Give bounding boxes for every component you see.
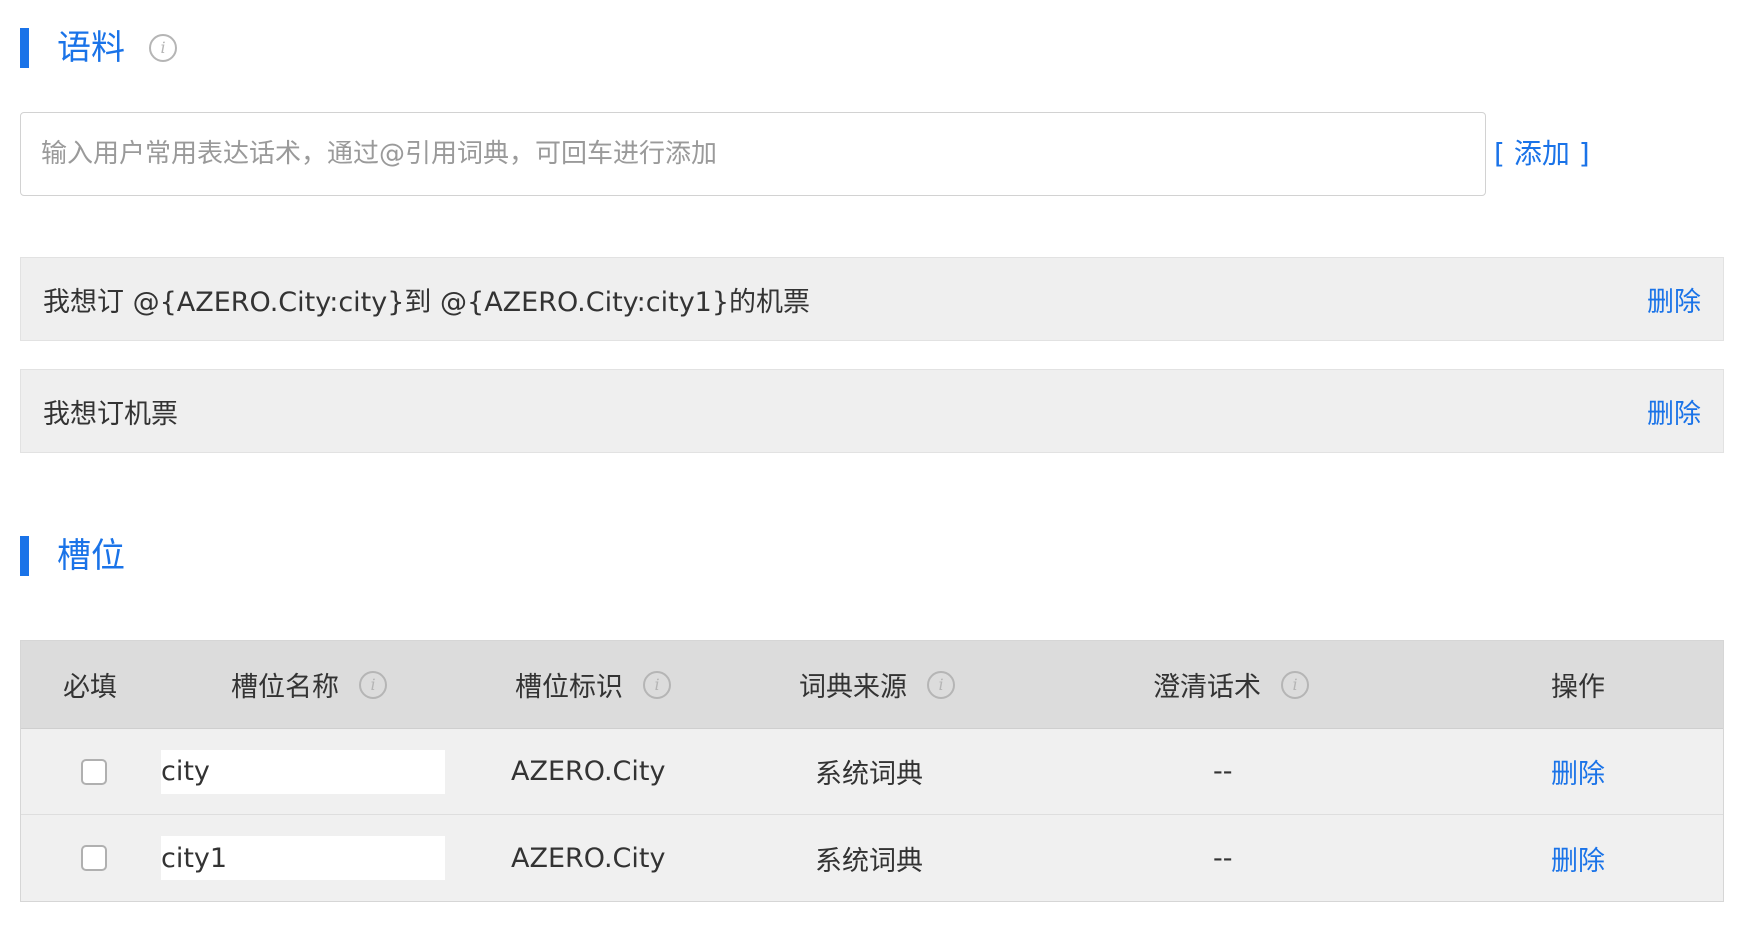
required-checkbox[interactable] (81, 758, 107, 785)
column-header-label: 操作 (1551, 672, 1605, 703)
section-accent-bar (20, 28, 29, 68)
column-header-label: 澄清话术 (1153, 672, 1261, 703)
add-corpus-button[interactable]: [ 添加 ] (1494, 134, 1590, 174)
column-header-label: 必填 (63, 672, 117, 703)
column-header-clarify: 澄清话术 i (1153, 665, 1309, 704)
slot-dict-source: 系统词典 (815, 845, 923, 877)
delete-utterance-button[interactable]: 删除 (1647, 280, 1701, 319)
column-header-dict-source: 词典来源 i (799, 665, 955, 704)
info-icon[interactable]: i (149, 34, 177, 62)
table-row: AZERO.City 系统词典 -- 删除 (21, 815, 1723, 901)
delete-slot-button[interactable]: 删除 (1551, 839, 1605, 878)
section-accent-bar (20, 536, 29, 576)
column-header-required: 必填 (63, 665, 117, 704)
delete-utterance-button[interactable]: 删除 (1647, 392, 1701, 431)
utterance-item: 我想订 @{AZERO.City:city}到 @{AZERO.City:cit… (20, 257, 1724, 341)
column-header-name: 槽位名称 i (231, 665, 387, 704)
column-header-action: 操作 (1551, 665, 1605, 704)
info-icon[interactable]: i (643, 670, 671, 699)
slot-name-input[interactable] (161, 749, 445, 794)
info-icon[interactable]: i (359, 670, 387, 699)
utterance-text: 我想订机票 (43, 398, 178, 430)
slot-identifier: AZERO.City (511, 756, 666, 787)
column-header-label: 槽位标识 (515, 672, 623, 703)
slot-dict-source: 系统词典 (815, 759, 923, 790)
column-header-label: 词典来源 (799, 672, 907, 703)
column-header-identifier: 槽位标识 i (515, 665, 671, 704)
utterance-text: 我想订 @{AZERO.City:city}到 @{AZERO.City:cit… (43, 286, 811, 318)
slots-section-title: 槽位 (20, 536, 125, 576)
slot-identifier: AZERO.City (511, 842, 666, 874)
slot-clarify-text: -- (1213, 842, 1233, 874)
table-row: AZERO.City 系统词典 -- 删除 (21, 729, 1723, 815)
intent-editor-page: 语料 i [ 添加 ] 我想订 @{AZERO.City:city}到 @{AZ… (0, 0, 1744, 932)
corpus-section-title: 语料 i (20, 28, 177, 68)
required-checkbox[interactable] (81, 845, 107, 871)
info-icon[interactable]: i (1281, 670, 1309, 699)
slot-table-header: 必填 槽位名称 i 槽位标识 i 词典来源 i 澄清话术 i 操作 (21, 641, 1723, 729)
slot-table: 必填 槽位名称 i 槽位标识 i 词典来源 i 澄清话术 i 操作 city A… (20, 640, 1724, 902)
slots-title: 槽位 (57, 536, 125, 576)
slot-name-input[interactable] (161, 836, 445, 880)
corpus-input[interactable] (20, 112, 1486, 196)
column-header-label: 槽位名称 (231, 672, 339, 703)
delete-slot-button[interactable]: 删除 (1551, 752, 1605, 791)
info-icon[interactable]: i (927, 670, 955, 699)
utterance-item: 我想订机票 删除 (20, 369, 1724, 453)
corpus-title: 语料 (57, 28, 125, 68)
slot-clarify-text: -- (1213, 756, 1233, 787)
